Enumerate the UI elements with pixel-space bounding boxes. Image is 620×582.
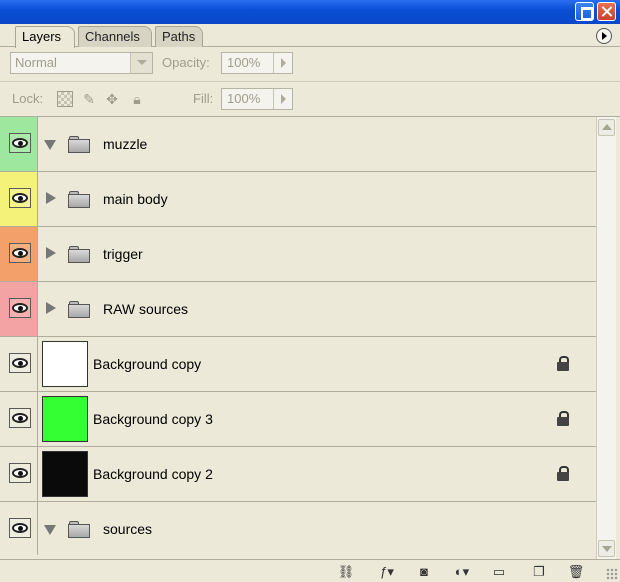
fill-arrow-icon[interactable]	[273, 89, 292, 109]
visibility-cell[interactable]	[0, 172, 38, 226]
blend-options-row: Normal Opacity: 100%	[0, 47, 620, 82]
tab-layers[interactable]: Layers	[15, 26, 75, 48]
layer-list: muzzle main body trigger RAW sources Backgro…	[0, 117, 596, 555]
eye-icon	[12, 358, 28, 368]
lock-label: Lock:	[12, 91, 44, 106]
visibility-cell[interactable]	[0, 392, 38, 446]
triangle-right-icon[interactable]	[44, 192, 58, 206]
group-name[interactable]: muzzle	[103, 136, 147, 152]
scroll-down-icon[interactable]	[598, 540, 615, 557]
fill-label: Fill:	[193, 91, 214, 106]
lock-icon	[556, 356, 570, 372]
scrollbar[interactable]	[596, 117, 616, 559]
folder-icon	[68, 301, 90, 318]
layer-thumbnail[interactable]	[42, 341, 88, 387]
eye-icon	[12, 303, 28, 313]
lock-all-icon[interactable]: 🔒︎	[129, 91, 145, 107]
group-name[interactable]: RAW sources	[103, 301, 188, 317]
layer-thumbnail[interactable]	[42, 451, 88, 497]
lock-icon	[556, 466, 570, 482]
new-layer-icon[interactable]: ❐	[529, 564, 549, 580]
layer-group-row[interactable]: sources	[0, 502, 596, 555]
layer-row[interactable]: Background copy	[0, 337, 596, 392]
restore-button[interactable]	[575, 2, 594, 21]
layer-name[interactable]: Background copy 3	[93, 411, 213, 427]
new-group-icon[interactable]: ▭	[489, 564, 509, 580]
eye-icon	[12, 523, 28, 533]
group-name[interactable]: main body	[103, 191, 168, 207]
blend-mode-value: Normal	[15, 55, 57, 70]
panel-menu-icon[interactable]	[596, 28, 612, 44]
visibility-toggle[interactable]	[9, 518, 31, 538]
opacity-value: 100%	[227, 55, 261, 70]
trash-icon[interactable]: 🗑︎	[566, 564, 586, 580]
layer-name[interactable]: Background copy	[93, 356, 201, 372]
visibility-cell[interactable]	[0, 337, 38, 391]
layer-row[interactable]: Background copy 3	[0, 392, 596, 447]
eye-icon	[12, 413, 28, 423]
folder-icon	[68, 191, 90, 208]
group-name[interactable]: trigger	[103, 246, 143, 262]
triangle-down-icon[interactable]	[44, 137, 58, 151]
visibility-toggle[interactable]	[9, 408, 31, 428]
opacity-field[interactable]: 100%	[221, 52, 293, 74]
triangle-down-icon[interactable]	[44, 522, 58, 536]
visibility-cell[interactable]	[0, 502, 38, 555]
visibility-cell[interactable]	[0, 117, 38, 171]
visibility-toggle[interactable]	[9, 133, 31, 153]
lock-icon	[556, 411, 570, 427]
opacity-label: Opacity:	[162, 55, 210, 70]
adjustment-icon[interactable]: ◐▾	[452, 564, 472, 580]
visibility-cell[interactable]	[0, 447, 38, 501]
layer-group-row[interactable]: RAW sources	[0, 282, 596, 337]
link-icon[interactable]: ⛓	[336, 564, 356, 580]
eye-icon	[12, 468, 28, 478]
title-bar	[0, 0, 620, 24]
fill-value: 100%	[227, 91, 261, 106]
panel-footer: ⛓ ƒ▾ ◙ ◐▾ ▭ ❐ 🗑︎	[0, 559, 620, 582]
group-name[interactable]: sources	[103, 521, 152, 537]
visibility-cell[interactable]	[0, 227, 38, 281]
layer-thumbnail[interactable]	[42, 396, 88, 442]
visibility-cell[interactable]	[0, 282, 38, 336]
tab-channels[interactable]: Channels	[78, 26, 152, 47]
layer-name[interactable]: Background copy 2	[93, 466, 213, 482]
lock-transparency-icon[interactable]	[57, 91, 73, 107]
visibility-toggle[interactable]	[9, 463, 31, 483]
lock-move-icon[interactable]: ✥	[104, 91, 120, 107]
visibility-toggle[interactable]	[9, 188, 31, 208]
folder-icon	[68, 246, 90, 263]
layer-group-row[interactable]: muzzle	[0, 117, 596, 172]
tab-paths[interactable]: Paths	[155, 26, 203, 47]
fill-field[interactable]: 100%	[221, 88, 293, 110]
close-button[interactable]	[597, 2, 616, 21]
visibility-toggle[interactable]	[9, 243, 31, 263]
blend-mode-select[interactable]: Normal	[10, 52, 153, 74]
visibility-toggle[interactable]	[9, 353, 31, 373]
opacity-arrow-icon[interactable]	[273, 53, 292, 73]
resize-grip-icon[interactable]	[606, 568, 618, 580]
eye-icon	[12, 138, 28, 148]
eye-icon	[12, 248, 28, 258]
lock-brush-icon[interactable]: ✎	[81, 91, 97, 107]
panel-tabs: Layers Channels Paths	[0, 24, 620, 48]
eye-icon	[12, 193, 28, 203]
visibility-toggle[interactable]	[9, 298, 31, 318]
triangle-right-icon[interactable]	[44, 247, 58, 261]
folder-icon	[68, 521, 90, 538]
mask-icon[interactable]: ◙	[414, 564, 434, 580]
lock-options-row: Lock: ✎ ✥ 🔒︎ Fill: 100%	[0, 82, 620, 117]
chevron-down-icon[interactable]	[130, 53, 152, 73]
layer-style-icon[interactable]: ƒ▾	[377, 564, 397, 580]
scroll-up-icon[interactable]	[598, 119, 615, 136]
folder-icon	[68, 136, 90, 153]
triangle-right-icon[interactable]	[44, 302, 58, 316]
layer-row[interactable]: Background copy 2	[0, 447, 596, 502]
layer-group-row[interactable]: main body	[0, 172, 596, 227]
layer-group-row[interactable]: trigger	[0, 227, 596, 282]
